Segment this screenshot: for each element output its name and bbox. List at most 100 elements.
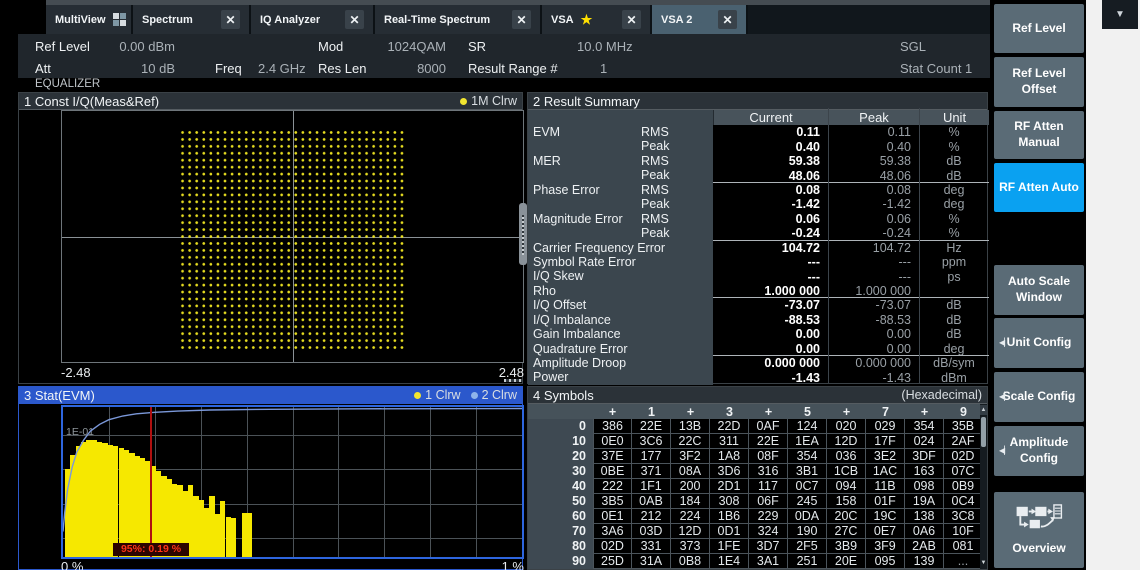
scrollbar-thumb[interactable]: [981, 417, 986, 447]
symbol-cell: 029: [866, 419, 905, 434]
window-title: 1 Const I/Q(Meas&Ref): [24, 94, 159, 109]
symbol-cell: 12D: [827, 434, 866, 449]
setting-value[interactable]: 1: [600, 61, 630, 76]
symbol-cell: 0E7: [866, 524, 905, 539]
symbol-cell: 1B6: [710, 509, 749, 524]
symbol-cell: 3A6: [593, 524, 632, 539]
symbol-cell: 3B1: [788, 464, 827, 479]
tab-overflow-button[interactable]: ▼: [1102, 0, 1138, 29]
symbol-cell: 03D: [632, 524, 671, 539]
symbol-cell: 13B: [671, 419, 710, 434]
result-name-cell: Rho: [528, 284, 713, 298]
result-sub-label: RMS: [641, 183, 669, 197]
result-name-cell: I/Q Skew: [528, 269, 713, 283]
sweep-mode-indicator[interactable]: SGL: [900, 39, 926, 54]
tab-spectrum[interactable]: Spectrum✕: [133, 5, 251, 34]
format-label: (Hexadecimal): [901, 388, 982, 402]
close-icon[interactable]: ✕: [622, 10, 641, 29]
setting-value[interactable]: 8000: [350, 61, 446, 76]
result-sub-label: RMS: [641, 212, 669, 226]
scroll-up-icon[interactable]: ▲: [980, 405, 987, 415]
result-name-cell: Amplitude Droop: [528, 356, 713, 370]
result-name-cell: Gain Imbalance: [528, 327, 713, 341]
window-constellation-titlebar[interactable]: 1 Const I/Q(Meas&Ref) 1M Clrw: [19, 93, 522, 110]
window-stat-evm[interactable]: 3 Stat(EVM) 1 Clrw2 Clrw 1E-01 95%: 0.19…: [18, 386, 523, 570]
symbols-row-header: 50: [528, 494, 593, 509]
legend-label: 1 Clrw: [425, 388, 460, 402]
peak-value: 0.08: [828, 183, 919, 197]
symbols-scrollbar[interactable]: ▲ ▼: [980, 404, 987, 569]
current-value: 0.06: [713, 212, 828, 226]
symbol-cell: 245: [788, 494, 827, 509]
symbol-cell: 1AC: [866, 464, 905, 479]
softkey-ref-level-offset[interactable]: Ref Level Offset: [994, 57, 1084, 107]
softkey-ref-level[interactable]: Ref Level: [994, 4, 1084, 53]
tab-multiview[interactable]: MultiView: [46, 5, 133, 34]
unit-value: %: [919, 140, 989, 154]
symbol-cell: 0DA: [788, 509, 827, 524]
window-stat-evm-titlebar[interactable]: 3 Stat(EVM) 1 Clrw2 Clrw: [19, 387, 522, 404]
setting-label: Att: [35, 61, 51, 76]
overview-flow-icon: [1014, 504, 1064, 537]
scroll-down-icon[interactable]: ▼: [980, 558, 987, 568]
horizontal-splitter-handle[interactable]: [504, 379, 522, 382]
setting-value[interactable]: 0.00 dBm: [90, 39, 175, 54]
percentile-marker-label: 95%: 0.19 %: [113, 543, 189, 556]
symbol-cell: 0BE: [593, 464, 632, 479]
symbols-column-header: 5: [788, 404, 827, 420]
symbol-cell: 386: [593, 419, 632, 434]
symbol-cell: 324: [749, 524, 788, 539]
window-symbols-titlebar[interactable]: 4 Symbols (Hexadecimal): [528, 387, 987, 404]
setting-value[interactable]: 10 dB: [90, 61, 175, 76]
symbols-column-header: +: [671, 404, 710, 420]
tab-real-time-spectrum[interactable]: Real-Time Spectrum✕: [375, 5, 542, 34]
close-icon[interactable]: ✕: [718, 10, 737, 29]
softkey-scale-config[interactable]: ◀▏Scale Config: [994, 372, 1084, 422]
softkey-rf-atten-auto[interactable]: RF Atten Auto: [994, 163, 1084, 212]
window-result-summary[interactable]: 2 Result Summary CurrentPeakUnitEVMRMS0.…: [527, 92, 988, 384]
symbol-cell: 27C: [827, 524, 866, 539]
tab-vsa[interactable]: VSA★✕: [542, 5, 652, 34]
symbol-cell: 373: [671, 539, 710, 554]
stat-count-field[interactable]: Stat Count 1: [900, 61, 972, 76]
result-name-cell: Magnitude ErrorRMS: [528, 212, 713, 226]
close-icon[interactable]: ✕: [512, 10, 531, 29]
symbols-row-header: 60: [528, 509, 593, 524]
symbols-column-header: 1: [632, 404, 671, 420]
window-symbols[interactable]: 4 Symbols (Hexadecimal) +1+3+5+7+9038622…: [527, 386, 988, 570]
symbol-cell: 095: [866, 554, 905, 569]
setting-value[interactable]: 10.0 MHz: [577, 39, 697, 54]
window-constellation[interactable]: 1 Const I/Q(Meas&Ref) 1M Clrw -2.48 2.48: [18, 92, 523, 384]
result-name: Power: [533, 370, 568, 384]
softkey-overview[interactable]: Overview: [994, 492, 1084, 568]
result-name-cell: Carrier Frequency Error: [528, 241, 713, 255]
setting-label: SR: [468, 39, 486, 54]
tab-iq-analyzer[interactable]: IQ Analyzer✕: [251, 5, 375, 34]
tab-label: VSA: [551, 14, 574, 26]
result-name-cell: I/Q Offset: [528, 298, 713, 312]
tab-vsa-2[interactable]: VSA 2✕: [652, 5, 748, 34]
peak-value: ---: [828, 255, 919, 269]
softkey-unit-config[interactable]: ◀▏Unit Config: [994, 318, 1084, 368]
peak-value: -88.53: [828, 313, 919, 327]
column-divider: [919, 108, 920, 383]
symbol-cell: 117: [749, 479, 788, 494]
constellation-plot[interactable]: [61, 110, 524, 363]
column-header-current: Current: [713, 110, 828, 125]
evm-histogram-plot[interactable]: 1E-01 95%: 0.19 %: [61, 405, 524, 559]
legend-label: 2 Clrw: [482, 388, 517, 402]
setting-value[interactable]: 1024QAM: [350, 39, 446, 54]
softkey-amplitude-config[interactable]: ◀▏Amplitude Config: [994, 426, 1084, 476]
symbols-column-header: 9: [944, 404, 983, 420]
current-value: 59.38: [713, 154, 828, 168]
peak-value: -1.43: [828, 371, 919, 385]
close-icon[interactable]: ✕: [345, 10, 364, 29]
tab-label: MultiView: [55, 14, 106, 26]
softkey-auto-scale-window[interactable]: Auto Scale Window: [994, 265, 1084, 315]
symbol-cell: 37E: [593, 449, 632, 464]
symbol-cell: 371: [632, 464, 671, 479]
softkey-rf-atten-manual[interactable]: RF Atten Manual: [994, 111, 1084, 159]
close-icon[interactable]: ✕: [221, 10, 240, 29]
symbol-cell: 0AF: [749, 419, 788, 434]
symbol-cell: 229: [749, 509, 788, 524]
